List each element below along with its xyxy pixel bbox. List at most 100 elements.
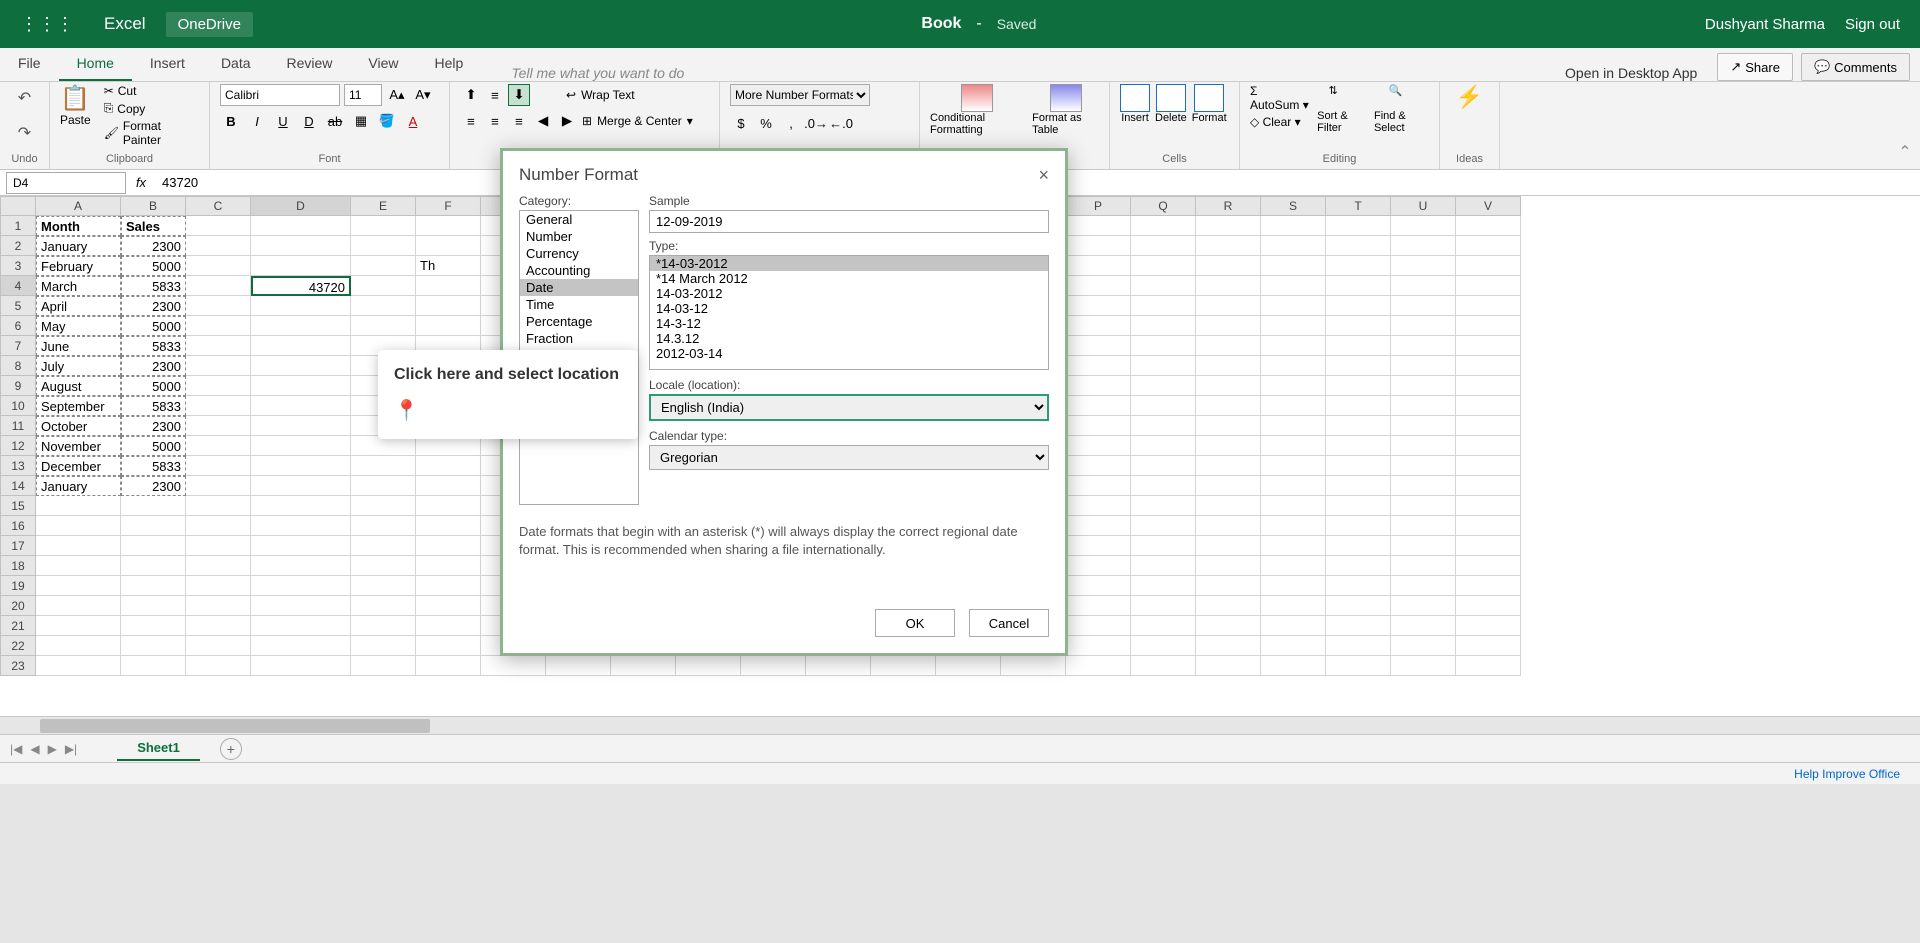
sheet-nav-prev-icon[interactable]: ◀: [30, 742, 39, 756]
row-header-10[interactable]: 10: [0, 396, 36, 416]
calendar-type-select[interactable]: Gregorian: [649, 445, 1049, 470]
comments-button[interactable]: 💬Comments: [1801, 53, 1910, 81]
italic-button[interactable]: I: [246, 110, 268, 132]
cell-A14[interactable]: January: [36, 476, 121, 496]
cell-V4[interactable]: [1456, 276, 1521, 296]
cell-A1[interactable]: Month: [36, 216, 121, 236]
cell-S18[interactable]: [1261, 556, 1326, 576]
cell-U6[interactable]: [1391, 316, 1456, 336]
cell-Q7[interactable]: [1131, 336, 1196, 356]
cell-F16[interactable]: [416, 516, 481, 536]
cell-D9[interactable]: [251, 376, 351, 396]
cell-D22[interactable]: [251, 636, 351, 656]
cell-A5[interactable]: April: [36, 296, 121, 316]
cell-Q10[interactable]: [1131, 396, 1196, 416]
cell-U1[interactable]: [1391, 216, 1456, 236]
cell-A11[interactable]: October: [36, 416, 121, 436]
cell-B22[interactable]: [121, 636, 186, 656]
cell-B1[interactable]: Sales: [121, 216, 186, 236]
cell-F23[interactable]: [416, 656, 481, 676]
cell-E19[interactable]: [351, 576, 416, 596]
cell-T15[interactable]: [1326, 496, 1391, 516]
cell-Q9[interactable]: [1131, 376, 1196, 396]
row-header-8[interactable]: 8: [0, 356, 36, 376]
close-icon[interactable]: ×: [1038, 165, 1049, 186]
number-format-select[interactable]: More Number Formats..: [730, 84, 870, 106]
cell-D10[interactable]: [251, 396, 351, 416]
sheet-nav-next-icon[interactable]: ▶: [48, 742, 57, 756]
cell-S7[interactable]: [1261, 336, 1326, 356]
cell-T16[interactable]: [1326, 516, 1391, 536]
cell-C1[interactable]: [186, 216, 251, 236]
category-item-date[interactable]: Date: [520, 279, 638, 296]
format-cell-button[interactable]: Format: [1192, 84, 1227, 124]
cell-P10[interactable]: [1066, 396, 1131, 416]
sheet-nav-first-icon[interactable]: |◀: [10, 742, 22, 756]
cell-S6[interactable]: [1261, 316, 1326, 336]
cell-P18[interactable]: [1066, 556, 1131, 576]
cell-Q22[interactable]: [1131, 636, 1196, 656]
font-size-select[interactable]: [344, 84, 382, 106]
cell-S16[interactable]: [1261, 516, 1326, 536]
cell-Q17[interactable]: [1131, 536, 1196, 556]
cell-T1[interactable]: [1326, 216, 1391, 236]
cell-T12[interactable]: [1326, 436, 1391, 456]
cell-R15[interactable]: [1196, 496, 1261, 516]
strikethrough-button[interactable]: ab: [324, 110, 346, 132]
cell-V22[interactable]: [1456, 636, 1521, 656]
cell-C22[interactable]: [186, 636, 251, 656]
conditional-formatting-button[interactable]: Conditional Formatting: [930, 84, 1024, 136]
cell-R6[interactable]: [1196, 316, 1261, 336]
cell-A7[interactable]: June: [36, 336, 121, 356]
cell-P15[interactable]: [1066, 496, 1131, 516]
share-button[interactable]: ↗Share: [1717, 53, 1793, 81]
underline-button[interactable]: U: [272, 110, 294, 132]
cell-B6[interactable]: 5000: [121, 316, 186, 336]
cell-U3[interactable]: [1391, 256, 1456, 276]
row-header-2[interactable]: 2: [0, 236, 36, 256]
cell-T23[interactable]: [1326, 656, 1391, 676]
cell-C2[interactable]: [186, 236, 251, 256]
cell-C15[interactable]: [186, 496, 251, 516]
col-header-T[interactable]: T: [1326, 196, 1391, 216]
cell-C4[interactable]: [186, 276, 251, 296]
cell-Q2[interactable]: [1131, 236, 1196, 256]
double-underline-button[interactable]: D: [298, 110, 320, 132]
tab-review[interactable]: Review: [269, 47, 351, 81]
name-box[interactable]: [6, 172, 126, 194]
cell-P23[interactable]: [1066, 656, 1131, 676]
cell-E20[interactable]: [351, 596, 416, 616]
type-item[interactable]: 14-03-2012: [650, 286, 1048, 301]
increase-decimal-button[interactable]: .0→: [805, 112, 827, 134]
cell-Q14[interactable]: [1131, 476, 1196, 496]
font-color-button[interactable]: A: [402, 110, 424, 132]
cell-U13[interactable]: [1391, 456, 1456, 476]
cell-Q5[interactable]: [1131, 296, 1196, 316]
cell-P9[interactable]: [1066, 376, 1131, 396]
cell-D8[interactable]: [251, 356, 351, 376]
cell-T2[interactable]: [1326, 236, 1391, 256]
cell-E23[interactable]: [351, 656, 416, 676]
cell-A16[interactable]: [36, 516, 121, 536]
redo-icon[interactable]: ↷: [18, 123, 31, 143]
horizontal-scrollbar[interactable]: [0, 716, 1920, 734]
row-header-17[interactable]: 17: [0, 536, 36, 556]
cell-C16[interactable]: [186, 516, 251, 536]
fx-icon[interactable]: fx: [126, 175, 156, 190]
row-header-4[interactable]: 4: [0, 276, 36, 296]
cell-F1[interactable]: [416, 216, 481, 236]
cell-B4[interactable]: 5833: [121, 276, 186, 296]
cell-S21[interactable]: [1261, 616, 1326, 636]
cell-D21[interactable]: [251, 616, 351, 636]
cell-T4[interactable]: [1326, 276, 1391, 296]
cell-T3[interactable]: [1326, 256, 1391, 276]
cell-U10[interactable]: [1391, 396, 1456, 416]
align-top-button[interactable]: ⬆: [460, 84, 482, 106]
cell-B23[interactable]: [121, 656, 186, 676]
align-right-button[interactable]: ≡: [508, 110, 530, 132]
cell-R23[interactable]: [1196, 656, 1261, 676]
cell-S3[interactable]: [1261, 256, 1326, 276]
cell-U15[interactable]: [1391, 496, 1456, 516]
row-header-12[interactable]: 12: [0, 436, 36, 456]
cell-V17[interactable]: [1456, 536, 1521, 556]
